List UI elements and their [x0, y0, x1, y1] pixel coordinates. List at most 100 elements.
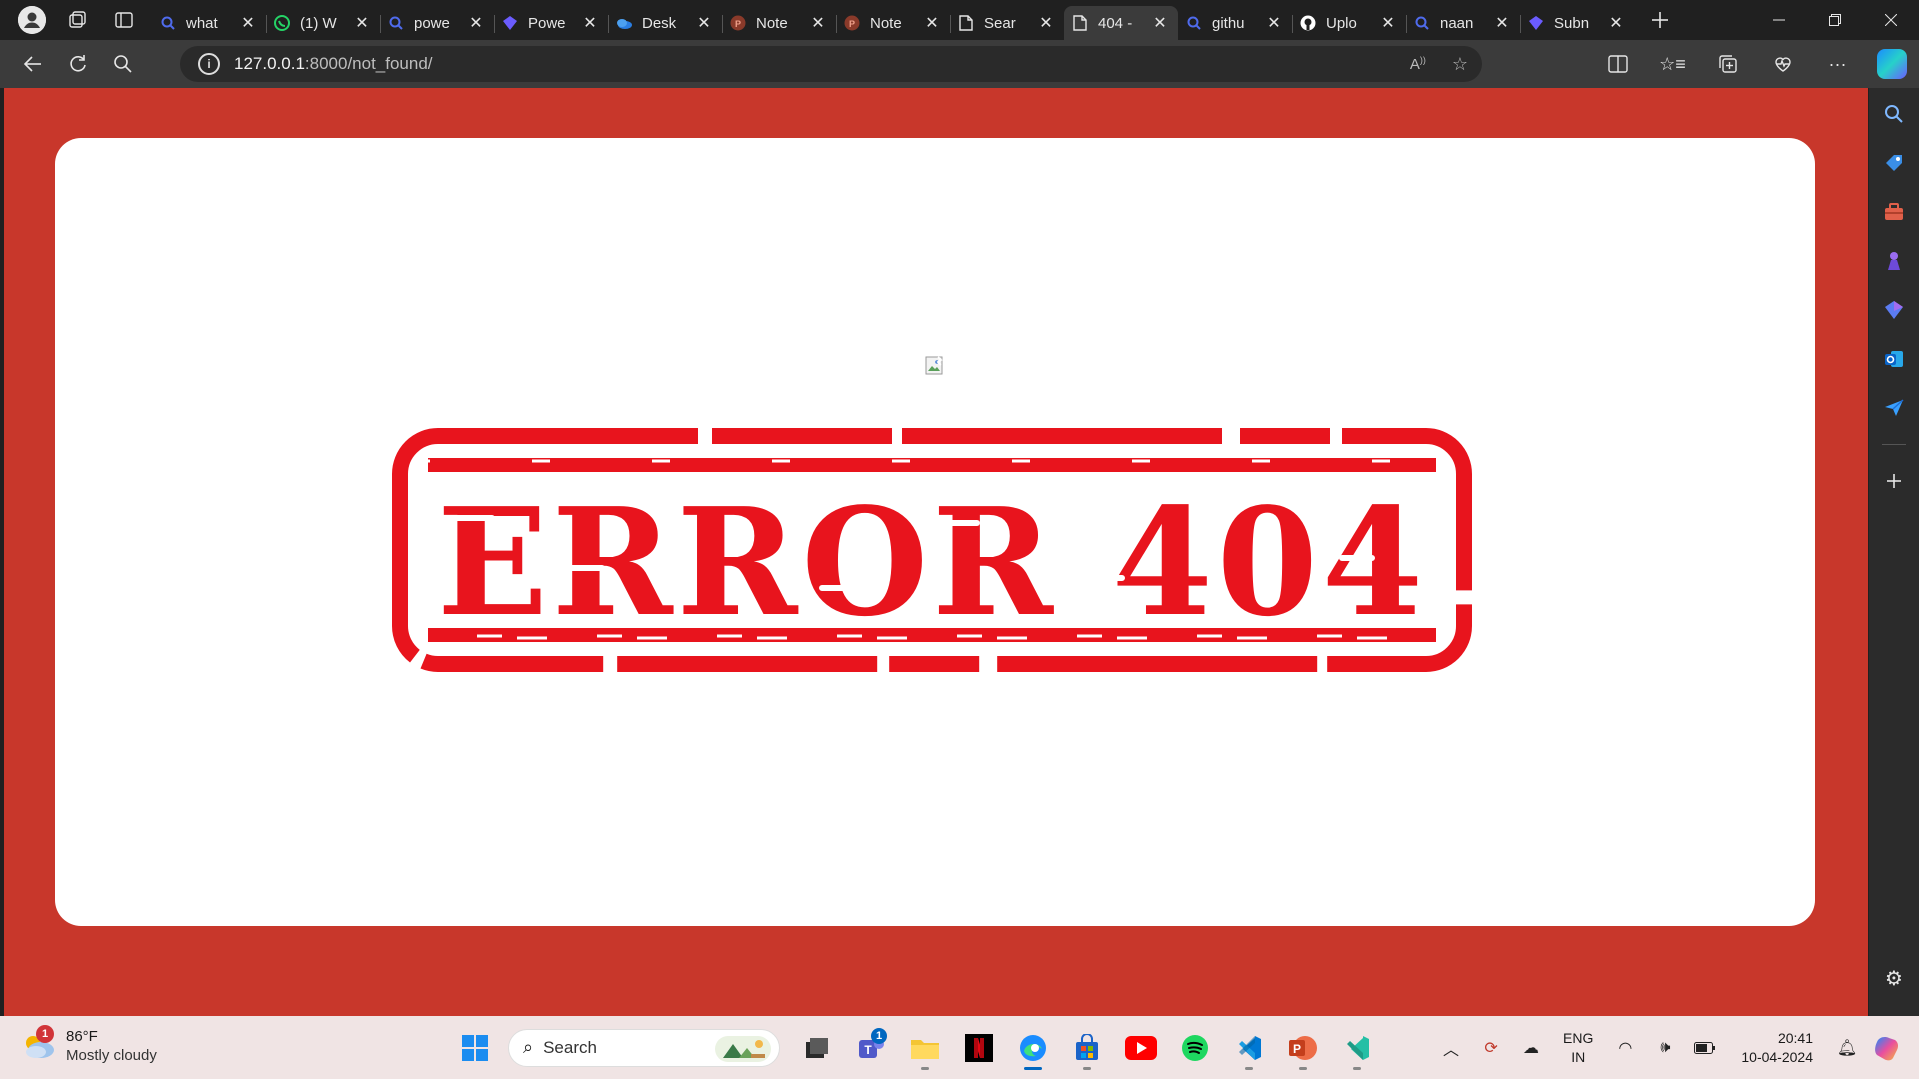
page-icon	[1072, 15, 1088, 31]
search-icon	[1885, 105, 1903, 123]
browser-essentials-button[interactable]	[1755, 40, 1810, 88]
browser-tab[interactable]: Powe ✕	[494, 6, 608, 40]
weather-widget[interactable]: 1 86°F Mostly cloudy	[22, 1025, 157, 1065]
search-button[interactable]	[101, 46, 145, 82]
teams-app[interactable]: T 1	[847, 1024, 895, 1072]
store-bag-icon	[1076, 1033, 1098, 1060]
edge-app[interactable]	[1009, 1024, 1057, 1072]
search-icon	[388, 15, 404, 31]
collections-button[interactable]	[1700, 40, 1755, 88]
volume-button[interactable]: 🕪	[1645, 1039, 1685, 1057]
clock-time: 20:41	[1777, 1029, 1813, 1046]
browser-tab[interactable]: Desk ✕	[608, 6, 722, 40]
taskview-app[interactable]	[793, 1024, 841, 1072]
clock[interactable]: 20:41 10-04-2024	[1741, 1029, 1813, 1067]
vscode-insiders-app[interactable]	[1333, 1024, 1381, 1072]
tab-list: what ✕ (1) W ✕ powe ✕ Powe ✕ Desk ✕ P Note ✕ P Note ✕ Se…	[152, 0, 1634, 40]
close-tab-icon[interactable]: ✕	[352, 13, 372, 33]
github-icon	[1300, 15, 1316, 31]
sync-status-button[interactable]: ⟳	[1471, 1038, 1511, 1058]
browser-tab[interactable]: Uplo ✕	[1292, 6, 1406, 40]
refresh-button[interactable]	[56, 46, 100, 82]
close-tab-icon[interactable]: ✕	[466, 13, 486, 33]
browser-tab[interactable]: powe ✕	[380, 6, 494, 40]
browser-tab[interactable]: githu ✕	[1178, 6, 1292, 40]
browser-tab[interactable]: what ✕	[152, 6, 266, 40]
language-indicator[interactable]: ENG IN	[1563, 1029, 1593, 1067]
close-tab-icon[interactable]: ✕	[1606, 13, 1626, 33]
close-tab-icon[interactable]: ✕	[1264, 13, 1284, 33]
youtube-app[interactable]	[1117, 1024, 1165, 1072]
workspaces-button[interactable]	[58, 4, 98, 36]
sidebar-shopping-button[interactable]	[1876, 145, 1912, 181]
browser-tab[interactable]: P Note ✕	[722, 6, 836, 40]
sidebar-search-button[interactable]	[1876, 96, 1912, 132]
address-bar[interactable]: i 127.0.0.1:8000/not_found/ A)) ☆	[180, 46, 1482, 82]
close-tab-icon[interactable]: ✕	[1150, 13, 1170, 33]
close-tab-icon[interactable]: ✕	[1492, 13, 1512, 33]
notifications-button[interactable]: 🔔︎	[1827, 1038, 1867, 1058]
running-indicator	[1024, 1066, 1042, 1070]
vscode-app[interactable]	[1225, 1024, 1273, 1072]
close-tab-icon[interactable]: ✕	[808, 13, 828, 33]
copilot-taskbar-button[interactable]	[1867, 1034, 1907, 1062]
running-indicator	[1245, 1066, 1253, 1070]
minimize-icon	[1773, 19, 1785, 21]
copilot-icon	[1528, 15, 1544, 31]
sidebar-tools-button[interactable]	[1876, 194, 1912, 230]
browser-tab[interactable]: Sear ✕	[950, 6, 1064, 40]
back-button[interactable]	[11, 46, 55, 82]
restore-button[interactable]	[1807, 0, 1863, 40]
file-explorer-app[interactable]	[901, 1024, 949, 1072]
close-tab-icon[interactable]: ✕	[1036, 13, 1056, 33]
sidebar-games-button[interactable]	[1876, 243, 1912, 279]
split-screen-button[interactable]	[1590, 40, 1645, 88]
favorites-button[interactable]: ☆≡	[1645, 40, 1700, 88]
taskbar-search[interactable]: ⌕ Search	[508, 1028, 780, 1067]
onedrive-status-button[interactable]: ☁	[1511, 1038, 1551, 1058]
close-tab-icon[interactable]: ✕	[580, 13, 600, 33]
url-text[interactable]: 127.0.0.1:8000/not_found/	[234, 54, 433, 74]
sidebar-copilot-button[interactable]	[1876, 292, 1912, 328]
vertical-tabs-button[interactable]	[104, 4, 144, 36]
battery-button[interactable]	[1685, 1041, 1725, 1054]
sidebar-settings-button[interactable]: ⚙	[1876, 960, 1912, 996]
profile-button[interactable]	[12, 4, 52, 36]
task-view-icon	[806, 1037, 828, 1058]
netflix-app[interactable]	[955, 1024, 1003, 1072]
browser-tab[interactable]: Subn ✕	[1520, 6, 1634, 40]
close-window-button[interactable]	[1863, 0, 1919, 40]
refresh-icon	[70, 55, 86, 72]
close-tab-icon[interactable]: ✕	[922, 13, 942, 33]
tab-title: Desk	[642, 14, 677, 32]
browser-tab[interactable]: (1) W ✕	[266, 6, 380, 40]
site-info-icon[interactable]: i	[198, 53, 220, 75]
favorite-star-icon[interactable]: ☆	[1452, 54, 1468, 75]
more-dots-icon: ···	[1828, 53, 1847, 74]
store-app[interactable]	[1063, 1024, 1111, 1072]
browser-tab[interactable]: naan ✕	[1406, 6, 1520, 40]
close-tab-icon[interactable]: ✕	[238, 13, 258, 33]
browser-tab[interactable]: P Note ✕	[836, 6, 950, 40]
battery-icon	[1694, 1041, 1716, 1054]
wifi-button[interactable]: ◠	[1605, 1038, 1645, 1058]
copilot-pre-icon	[1875, 1036, 1899, 1060]
minimize-button[interactable]	[1751, 0, 1807, 40]
chevron-up-icon: ︿	[1443, 1041, 1460, 1059]
settings-more-button[interactable]: ···	[1810, 40, 1865, 88]
new-tab-button[interactable]	[1640, 4, 1680, 36]
sidebar-add-button[interactable]	[1876, 463, 1912, 499]
close-tab-icon[interactable]: ✕	[694, 13, 714, 33]
close-icon	[1885, 14, 1897, 26]
show-hidden-icons-button[interactable]: ︿	[1431, 1036, 1471, 1060]
copilot-icon[interactable]	[1877, 49, 1907, 79]
sidebar-drop-button[interactable]	[1876, 390, 1912, 426]
close-tab-icon[interactable]: ✕	[1378, 13, 1398, 33]
read-aloud-icon[interactable]: A))	[1410, 55, 1426, 73]
start-button[interactable]	[451, 1024, 499, 1072]
powerpoint-app[interactable]: P	[1279, 1024, 1327, 1072]
sidebar-outlook-button[interactable]	[1876, 341, 1912, 377]
browser-tab[interactable]: 404 - ✕	[1064, 6, 1178, 40]
stamp-text: ERROR 404	[437, 475, 1427, 649]
spotify-app[interactable]	[1171, 1024, 1219, 1072]
